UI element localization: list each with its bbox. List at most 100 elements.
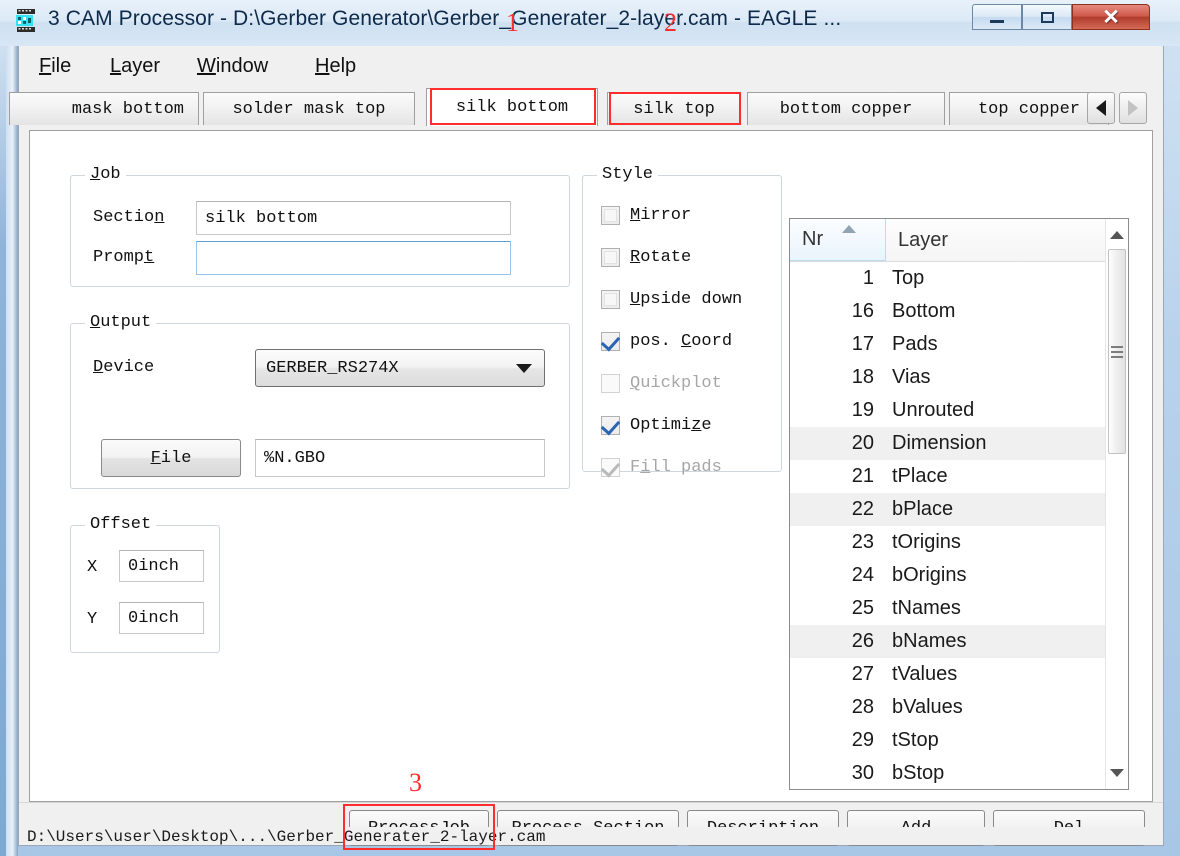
menu-bar: File Layer Window Help bbox=[19, 46, 1163, 85]
status-bar: D:\Users\user\Desktop\...\Gerber_Generat… bbox=[19, 827, 1163, 845]
close-button[interactable]: ✕ bbox=[1072, 4, 1150, 30]
maximize-button[interactable] bbox=[1022, 4, 1072, 30]
tab-solder-mask-top[interactable]: solder mask top bbox=[203, 92, 415, 125]
section-label: Section bbox=[93, 208, 165, 227]
close-icon: ✕ bbox=[1102, 5, 1120, 29]
table-row[interactable]: 30 bStop bbox=[790, 757, 1108, 789]
table-row[interactable]: 26 bNames bbox=[790, 625, 1108, 658]
menu-item-help[interactable]: Help bbox=[309, 54, 362, 79]
layer-list-header: Nr Layer bbox=[790, 219, 1128, 262]
table-row[interactable]: 25 tNames bbox=[790, 592, 1108, 625]
title-bar[interactable]: 3 CAM Processor - D:\Gerber Generator\Ge… bbox=[0, 0, 1180, 46]
scroll-down-button[interactable] bbox=[1106, 761, 1128, 785]
offset-x-input[interactable]: 0inch bbox=[119, 550, 204, 582]
checkbox-label-upside-down: Upside down bbox=[630, 290, 743, 309]
job-group: Job Section silk bottom Prompt bbox=[70, 165, 570, 287]
menu-item-layer[interactable]: Layer bbox=[104, 54, 166, 79]
separator-line bbox=[19, 802, 1163, 803]
table-row[interactable]: 1 Top bbox=[790, 262, 1108, 295]
checkbox-pos-coord[interactable]: pos. Coord bbox=[600, 331, 733, 352]
window-frame-left-inner bbox=[0, 46, 6, 856]
prompt-label: Prompt bbox=[93, 248, 155, 267]
annotation-number-2: 2 bbox=[664, 8, 677, 37]
offset-y-label: Y bbox=[87, 610, 98, 629]
triangle-up-icon bbox=[1110, 231, 1124, 239]
device-select-value: GERBER_RS274X bbox=[266, 358, 399, 378]
checkbox-rotate[interactable]: Rotate bbox=[601, 248, 691, 267]
chevron-down-icon bbox=[516, 364, 532, 373]
file-input[interactable]: %N.GBO bbox=[255, 439, 545, 477]
scrollbar-thumb[interactable] bbox=[1108, 249, 1126, 454]
device-select[interactable]: GERBER_RS274X bbox=[255, 349, 545, 387]
check-icon bbox=[600, 331, 621, 352]
style-group-title: Style bbox=[597, 165, 659, 184]
checkbox-box-mirror bbox=[601, 206, 620, 225]
table-row[interactable]: 20 Dimension bbox=[790, 427, 1108, 460]
window-title: 3 CAM Processor - D:\Gerber Generator\Ge… bbox=[48, 7, 842, 30]
status-bar-text: D:\Users\user\Desktop\...\Gerber_Generat… bbox=[27, 828, 546, 845]
output-group: Output Device GERBER_RS274X File %N.GBO bbox=[70, 313, 570, 489]
tab-bottom-copper[interactable]: bottom copper bbox=[747, 92, 945, 125]
table-row[interactable]: 27 tValues bbox=[790, 658, 1108, 691]
checkbox-mirror[interactable]: Mirror bbox=[601, 206, 691, 225]
output-group-title: Output bbox=[85, 313, 157, 332]
table-row[interactable]: 16 Bottom bbox=[790, 295, 1108, 328]
checkbox-quickplot: Quickplot bbox=[601, 374, 722, 393]
table-row[interactable]: 22 bPlace bbox=[790, 493, 1108, 526]
menu-item-window[interactable]: Window bbox=[191, 54, 274, 79]
annotation-number-3: 3 bbox=[409, 768, 422, 797]
job-group-title: Job bbox=[85, 165, 126, 184]
menu-item-file[interactable]: File bbox=[33, 54, 77, 79]
table-row[interactable]: 17 Pads bbox=[790, 328, 1108, 361]
section-input[interactable]: silk bottom bbox=[196, 201, 511, 235]
triangle-down-icon bbox=[1110, 769, 1124, 777]
device-label: Device bbox=[93, 358, 155, 377]
table-row[interactable]: 18 Vias bbox=[790, 361, 1108, 394]
triangle-left-icon bbox=[1096, 100, 1106, 116]
layer-list-rows: 1 Top 16 Bottom 17 Pads 18 Vias 19 Unrouted 2… bbox=[790, 262, 1108, 789]
table-row[interactable]: 28 bValues bbox=[790, 691, 1108, 724]
checkbox-label-optimize: Optimize bbox=[630, 416, 712, 435]
prompt-input[interactable] bbox=[196, 241, 511, 275]
checkbox-label-mirror: Mirror bbox=[630, 206, 692, 225]
table-row[interactable]: 24 bOrigins bbox=[790, 559, 1108, 592]
checkbox-label-pos-coord: pos. Coord bbox=[630, 332, 733, 351]
tab-scroll-right-button[interactable] bbox=[1119, 92, 1147, 124]
check-icon bbox=[600, 457, 621, 478]
tab-silk-bottom[interactable]: silk bottom bbox=[426, 88, 598, 126]
checkbox-box-fill-pads bbox=[600, 457, 621, 478]
column-header-layer[interactable]: Layer bbox=[886, 219, 1111, 261]
table-row[interactable]: 19 Unrouted bbox=[790, 394, 1108, 427]
offset-group: Offset X 0inch Y 0inch bbox=[70, 515, 220, 653]
checkbox-upside-down[interactable]: Upside down bbox=[601, 290, 742, 309]
tab-strip: mask bottom solder mask top silk bottom … bbox=[9, 84, 1163, 132]
tab-top-copper[interactable]: top copper bbox=[949, 92, 1109, 125]
style-group: Style Mirror Rotate Upside down pos. Coo… bbox=[582, 165, 782, 478]
table-row[interactable]: 29 tStop bbox=[790, 724, 1108, 757]
file-button[interactable]: File bbox=[101, 439, 241, 477]
tab-mask-bottom[interactable]: mask bottom bbox=[9, 92, 199, 125]
client-area: File Layer Window Help mask bottom solde… bbox=[9, 8, 1164, 850]
table-row[interactable]: 21 tPlace bbox=[790, 460, 1108, 493]
check-icon bbox=[600, 415, 621, 436]
tab-scroll-left-button[interactable] bbox=[1087, 92, 1115, 124]
table-row[interactable]: 23 tOrigins bbox=[790, 526, 1108, 559]
checkbox-optimize[interactable]: Optimize bbox=[600, 415, 712, 436]
cam-processor-icon bbox=[16, 9, 35, 32]
application-window: 3 CAM Processor - D:\Gerber Generator\Ge… bbox=[0, 0, 1180, 856]
checkbox-fill-pads: Fill pads bbox=[600, 457, 722, 478]
layer-list-scrollbar[interactable] bbox=[1105, 219, 1128, 789]
sort-ascending-icon bbox=[842, 225, 856, 233]
annotation-number-1: 1 bbox=[506, 8, 519, 37]
checkbox-label-quickplot: Quickplot bbox=[630, 374, 722, 393]
offset-x-label: X bbox=[87, 558, 98, 577]
checkbox-box-pos-coord bbox=[600, 331, 621, 352]
checkbox-label-rotate: Rotate bbox=[630, 248, 692, 267]
tab-silk-top[interactable]: silk top bbox=[607, 92, 741, 125]
column-header-nr[interactable]: Nr bbox=[790, 219, 886, 261]
layer-list[interactable]: Nr Layer 1 Top 16 Bottom 17 Pads 18 Vias 19 U… bbox=[789, 218, 1129, 790]
scroll-up-button[interactable] bbox=[1106, 223, 1128, 247]
checkbox-label-fill-pads: Fill pads bbox=[630, 458, 722, 477]
minimize-button[interactable] bbox=[972, 4, 1022, 30]
offset-y-input[interactable]: 0inch bbox=[119, 602, 204, 634]
